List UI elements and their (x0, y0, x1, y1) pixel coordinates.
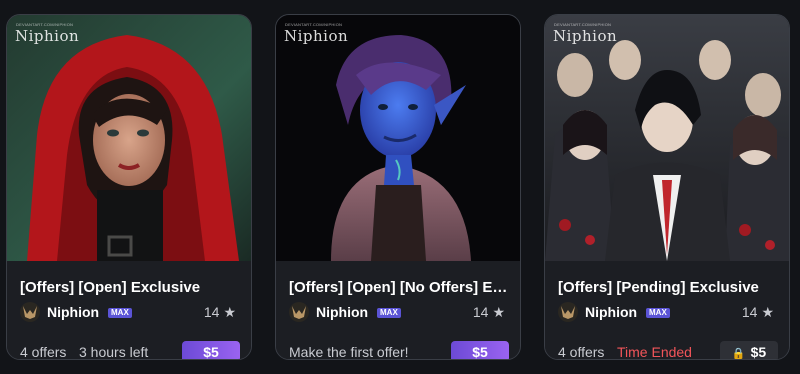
card-info: [Offers] [Open] Exclusive Niphion MAX 14… (7, 261, 251, 359)
offer-row: 4 offers Time Ended 🔒 $5 (558, 341, 778, 360)
deviation-title[interactable]: [Offers] [Pending] Exclusive (558, 279, 778, 296)
deviation-thumbnail[interactable]: DEVIANTART.COM/NIPHION Niphion (545, 15, 789, 261)
author-name[interactable]: Niphion (316, 304, 368, 320)
author-name[interactable]: Niphion (585, 304, 637, 320)
watermark-logo: Niphion (553, 27, 618, 45)
deviation-title[interactable]: [Offers] [Open] [No Offers] Ex... (289, 279, 509, 296)
avatar-icon[interactable] (289, 302, 309, 322)
avatar-icon[interactable] (558, 302, 578, 322)
offer-row: 4 offers 3 hours left $5 (20, 341, 240, 360)
offer-row: Make the first offer! $5 (289, 341, 509, 360)
card-info: [Offers] [Pending] Exclusive Niphion MAX… (545, 261, 789, 359)
deviation-thumbnail[interactable]: DEVIANTART.COM/NIPHION Niphion (276, 15, 520, 261)
deviation-grid: DEVIANTART.COM/NIPHION Niphion [Offers] … (0, 0, 800, 374)
time-left: 3 hours left (79, 344, 149, 360)
star-icon: ★ (223, 304, 236, 320)
price-label: $5 (750, 344, 767, 360)
deviation-card[interactable]: DEVIANTART.COM/NIPHION Niphion [Offers] … (544, 14, 790, 360)
deviation-title[interactable]: [Offers] [Open] Exclusive (20, 279, 240, 296)
favorites-count: 14 ★ (203, 304, 236, 320)
card-info: [Offers] [Open] [No Offers] Ex... Niphio… (276, 261, 520, 359)
price-button[interactable]: $5 (451, 341, 509, 359)
author-row: Niphion MAX 14 ★ (289, 301, 509, 323)
deviation-thumbnail[interactable]: DEVIANTART.COM/NIPHION Niphion (7, 15, 251, 261)
favorites-count: 14 ★ (741, 304, 774, 320)
time-ended: Time Ended (617, 344, 692, 360)
avatar-icon[interactable] (20, 302, 40, 322)
school-group-artwork (545, 15, 789, 261)
first-offer-text: Make the first offer! (289, 344, 409, 360)
core-badge: MAX (377, 308, 401, 318)
author-row: Niphion MAX 14 ★ (20, 301, 240, 323)
star-icon: ★ (761, 304, 774, 320)
lock-icon: 🔒 (731, 348, 746, 360)
offers-count: 4 offers (558, 344, 605, 360)
price-button[interactable]: $5 (182, 341, 240, 359)
core-badge: MAX (646, 308, 670, 318)
core-badge: MAX (108, 308, 132, 318)
deviation-card[interactable]: DEVIANTART.COM/NIPHION Niphion [Offers] … (6, 14, 252, 360)
watermark-logo: Niphion (284, 27, 349, 45)
blue-elf-artwork (276, 15, 520, 261)
watermark-logo: Niphion (15, 27, 80, 45)
red-hood-artwork (7, 15, 251, 261)
favorites-count: 14 ★ (472, 304, 505, 320)
deviation-card[interactable]: DEVIANTART.COM/NIPHION Niphion [Offers] … (275, 14, 521, 360)
price-button-locked[interactable]: 🔒 $5 (720, 341, 778, 360)
author-row: Niphion MAX 14 ★ (558, 301, 778, 323)
author-name[interactable]: Niphion (47, 304, 99, 320)
offers-count: 4 offers (20, 344, 67, 360)
star-icon: ★ (492, 304, 505, 320)
